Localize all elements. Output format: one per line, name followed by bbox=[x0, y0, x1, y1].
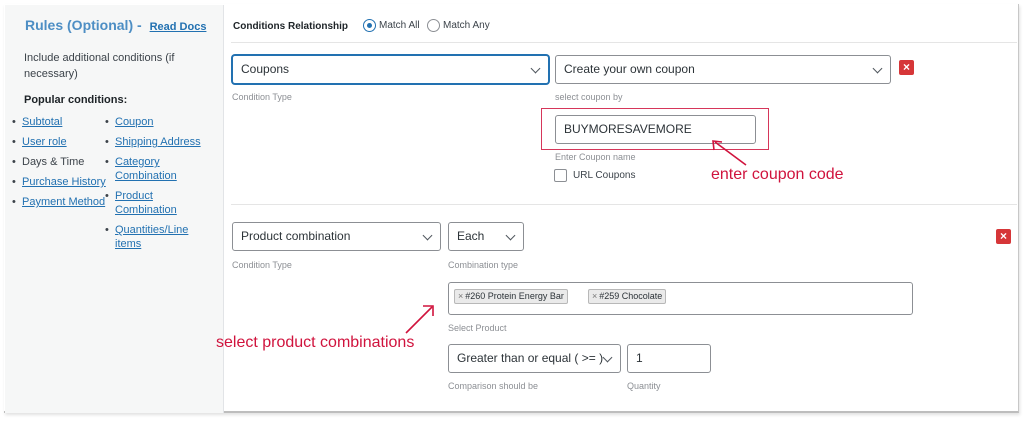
condition-divider bbox=[231, 204, 1017, 205]
product-tag-label: #260 Protein Energy Bar bbox=[465, 291, 564, 301]
coupon-mode-value: Create your own coupon bbox=[564, 62, 695, 76]
sidebar-description: Include additional conditions (if necess… bbox=[24, 52, 175, 80]
products-arrow-icon bbox=[405, 305, 434, 334]
popular-conditions-heading: Popular conditions: bbox=[24, 94, 128, 106]
sidebar: Rules (Optional) - Read Docs Include add… bbox=[5, 5, 224, 413]
coupon-code-value: BUYMORESAVEMORE bbox=[564, 122, 692, 136]
conditions-area: Conditions Relationship Match All Match … bbox=[216, 5, 1019, 413]
product-tag-label: #259 Chocolate bbox=[599, 291, 663, 301]
match-any-radio[interactable]: Match Any bbox=[427, 19, 490, 32]
coupon-mode-hint: select coupon by bbox=[555, 92, 623, 102]
popular-list-col1: Subtotal User role Days & Time Purchase … bbox=[9, 115, 113, 215]
sidebar-title: Rules (Optional) - Read Docs bbox=[25, 17, 206, 33]
sidebar-title-text: Rules (Optional) bbox=[25, 17, 134, 33]
checkbox-icon bbox=[554, 169, 567, 182]
remove-condition-1-button[interactable]: × bbox=[899, 60, 914, 75]
popular-item-coupon[interactable]: Coupon bbox=[102, 115, 212, 129]
popular-item-payment-method[interactable]: Payment Method bbox=[9, 195, 113, 209]
chevron-down-icon bbox=[602, 352, 613, 363]
condition-type-value-2: Product combination bbox=[241, 229, 351, 243]
chevron-down-icon bbox=[872, 63, 883, 74]
product-tag[interactable]: × #259 Chocolate bbox=[588, 289, 667, 304]
condition-type-value-1: Coupons bbox=[241, 62, 290, 76]
product-select-hint: Select Product bbox=[448, 323, 507, 333]
match-all-label: Match All bbox=[379, 20, 420, 31]
popular-item-shipping-address[interactable]: Shipping Address bbox=[102, 135, 212, 149]
url-coupons-checkbox[interactable]: URL Coupons bbox=[554, 169, 635, 182]
radio-selected-icon bbox=[363, 19, 376, 32]
url-coupons-label: URL Coupons bbox=[573, 170, 636, 181]
product-tag[interactable]: × #260 Protein Energy Bar bbox=[454, 289, 568, 304]
chevron-down-icon bbox=[505, 230, 516, 241]
combination-type-select[interactable]: Each bbox=[448, 222, 524, 251]
product-select[interactable]: × #260 Protein Energy Bar × #259 Chocolate bbox=[448, 282, 913, 315]
comparison-value: Greater than or equal ( >= ) bbox=[457, 351, 604, 365]
match-any-label: Match Any bbox=[443, 20, 490, 31]
combination-type-hint: Combination type bbox=[448, 260, 519, 270]
popular-item-user-role[interactable]: User role bbox=[9, 135, 113, 149]
remove-condition-2-button[interactable]: × bbox=[996, 229, 1011, 244]
products-annotation: select product combinations bbox=[216, 334, 415, 351]
condition-type-select-2[interactable]: Product combination bbox=[232, 222, 441, 251]
quantity-hint: Quantity bbox=[627, 381, 661, 391]
tag-remove-icon[interactable]: × bbox=[592, 291, 597, 301]
condition-type-hint-2: Condition Type bbox=[232, 260, 292, 270]
popular-item-purchase-history[interactable]: Purchase History bbox=[9, 175, 113, 189]
chevron-down-icon bbox=[530, 63, 541, 74]
condition-type-hint-1: Condition Type bbox=[232, 92, 292, 102]
read-docs-link[interactable]: Read Docs bbox=[150, 21, 207, 33]
tag-remove-icon[interactable]: × bbox=[458, 291, 463, 301]
comparison-hint: Comparison should be bbox=[448, 381, 539, 391]
coupon-arrow-icon bbox=[712, 140, 747, 166]
title-separator: - bbox=[137, 17, 142, 33]
popular-list-col2: Coupon Shipping Address Category Combina… bbox=[102, 115, 212, 257]
conditions-relationship-row: Conditions Relationship Match All Match … bbox=[231, 5, 1017, 43]
chevron-down-icon bbox=[422, 230, 433, 241]
match-all-radio[interactable]: Match All bbox=[363, 19, 420, 32]
coupon-mode-select[interactable]: Create your own coupon bbox=[555, 55, 891, 84]
combination-type-value: Each bbox=[457, 229, 485, 243]
radio-unselected-icon bbox=[427, 19, 440, 32]
conditions-relationship-label: Conditions Relationship bbox=[233, 21, 348, 32]
popular-item-category-combination[interactable]: Category Combination bbox=[102, 155, 177, 183]
popular-item-product-combination[interactable]: Product Combination bbox=[102, 189, 180, 217]
coupon-code-hint: Enter Coupon name bbox=[555, 152, 636, 162]
popular-item-days-time: Days & Time bbox=[9, 155, 113, 169]
condition-type-select-1[interactable]: Coupons bbox=[232, 55, 549, 84]
popular-item-subtotal[interactable]: Subtotal bbox=[9, 115, 113, 129]
quantity-input[interactable]: 1 bbox=[627, 344, 711, 373]
popular-item-quantities[interactable]: Quantities/Line items bbox=[102, 223, 198, 251]
quantity-value: 1 bbox=[636, 351, 643, 365]
comparison-select[interactable]: Greater than or equal ( >= ) bbox=[448, 344, 621, 373]
